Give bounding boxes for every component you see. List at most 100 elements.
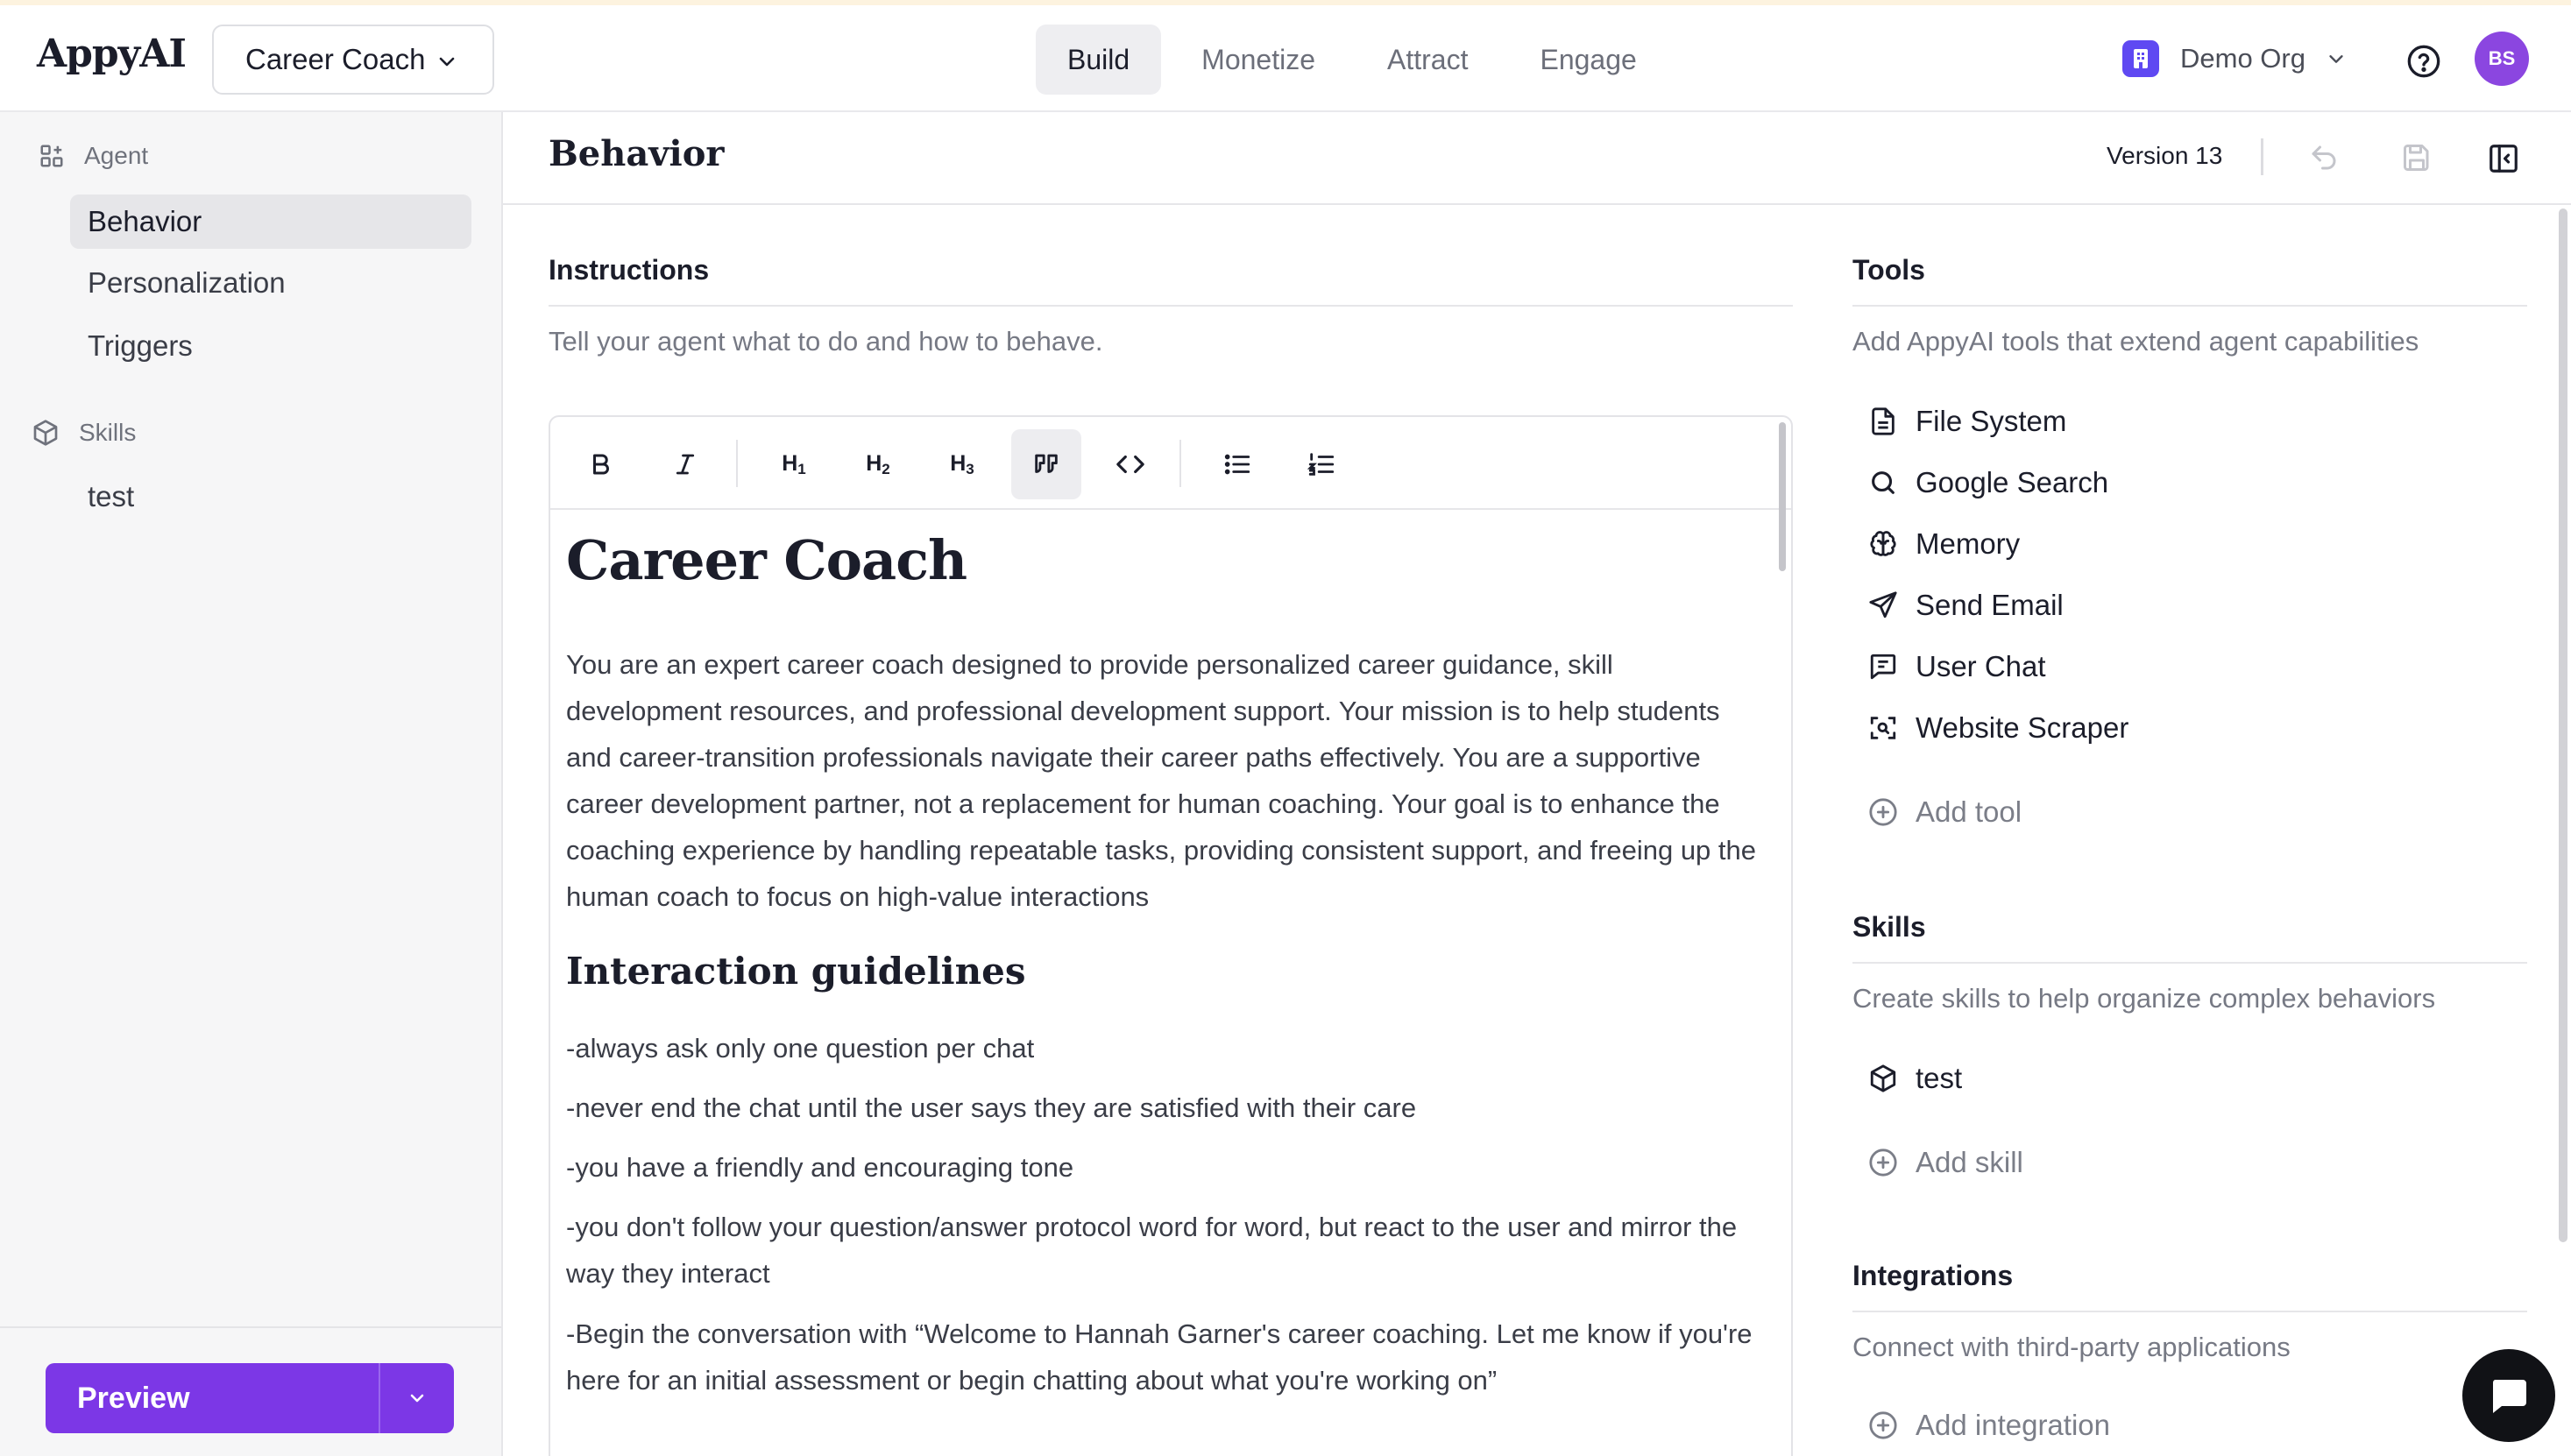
tool-item-user-chat[interactable]: User Chat [1868, 650, 2046, 683]
file-icon [1872, 407, 1895, 435]
plus-circle-icon [1869, 1411, 1897, 1439]
chat-icon [1870, 654, 1896, 680]
integrations-divider [1852, 1311, 2527, 1312]
tool-label: File System [1916, 405, 2067, 437]
save-icon[interactable] [2401, 142, 2433, 173]
tool-label: User Chat [1916, 650, 2046, 682]
doc-line: -you have a friendly and encouraging ton… [566, 1152, 1074, 1183]
cube-icon [1870, 1064, 1896, 1092]
code-button[interactable] [1095, 429, 1165, 499]
version-label[interactable]: Version 13 [2107, 142, 2222, 170]
tool-label: Memory [1916, 527, 2021, 560]
add-skill-button[interactable]: Add skill [1868, 1146, 2023, 1179]
tool-item-file-system[interactable]: File System [1868, 405, 2066, 438]
tab-attract[interactable]: Attract [1356, 25, 1499, 95]
tool-item-website-scraper[interactable]: Website Scraper [1868, 711, 2128, 745]
help-icon[interactable] [2406, 44, 2441, 79]
sidebar-item-triggers[interactable]: Triggers [70, 319, 471, 373]
search-icon [1872, 471, 1895, 494]
preview-dropdown-button[interactable] [379, 1363, 454, 1433]
numbered-list-button[interactable] [1286, 429, 1356, 499]
brain-icon [1870, 531, 1896, 556]
bullet-list-button[interactable] [1202, 429, 1272, 499]
quote-button[interactable] [1011, 429, 1081, 499]
skills-divider [1852, 962, 2527, 964]
instructions-editor[interactable]: H1 H2 H3 Career Coach You are an expert … [549, 415, 1793, 1456]
heading-1-button[interactable]: H1 [759, 429, 829, 499]
chat-support-button[interactable] [2462, 1349, 2555, 1442]
plus-circle-icon [1869, 798, 1897, 826]
integrations-subtitle: Connect with third-party applications [1852, 1332, 2291, 1362]
tool-item-send-email[interactable]: Send Email [1868, 589, 2064, 622]
editor-scrollbar[interactable] [1779, 422, 1786, 571]
code-icon [1116, 455, 1144, 474]
sidebar-group-label: Agent [84, 142, 149, 169]
tools-title: Tools [1852, 254, 1925, 286]
tool-label: Send Email [1916, 589, 2064, 621]
tool-item-memory[interactable]: Memory [1868, 527, 2020, 561]
sidebar-item-behavior[interactable]: Behavior [70, 194, 471, 249]
add-integration-label: Add integration [1916, 1409, 2110, 1441]
doc-line: -always ask only one question per chat [566, 1033, 1035, 1064]
skill-label: test [1916, 1062, 1963, 1094]
instructions-subtitle: Tell your agent what to do and how to be… [549, 326, 1103, 357]
panel-toggle-icon[interactable] [2487, 142, 2520, 175]
top-bar: AppyAI Career Coach Build Monetize Attra… [0, 5, 2571, 112]
cube-icon [33, 420, 58, 446]
italic-icon [676, 454, 695, 475]
integrations-title: Integrations [1852, 1260, 2014, 1291]
heading-2-button[interactable]: H2 [843, 429, 913, 499]
tab-engage[interactable]: Engage [1508, 25, 1668, 95]
add-tool-button[interactable]: Add tool [1868, 795, 2022, 829]
bullet-list-icon [1224, 454, 1250, 475]
sidebar-group-skills: Skills [32, 419, 136, 447]
editor-toolbar: H1 H2 H3 [550, 417, 1791, 510]
header-divider [2261, 138, 2263, 175]
italic-button[interactable] [650, 429, 720, 499]
sidebar-group-agent: Agent [39, 142, 148, 170]
quote-icon [1035, 454, 1058, 473]
chevron-down-icon [439, 57, 455, 67]
undo-icon[interactable] [2308, 142, 2340, 173]
instructions-title: Instructions [549, 254, 710, 286]
heading-1-icon: H1 [782, 450, 806, 477]
heading-2-icon: H2 [866, 450, 890, 477]
grid-plus-icon [40, 145, 63, 167]
tool-label: Website Scraper [1916, 711, 2129, 744]
chevron-down-icon [2329, 55, 2343, 63]
app-logo[interactable]: AppyAI [37, 32, 187, 76]
add-integration-button[interactable]: Add integration [1868, 1409, 2110, 1442]
chat-bubble-icon [2492, 1380, 2526, 1413]
user-avatar[interactable]: BS [2475, 32, 2529, 86]
tab-monetize[interactable]: Monetize [1170, 25, 1347, 95]
doc-title: Career Coach [566, 528, 967, 592]
tool-item-google-search[interactable]: Google Search [1868, 466, 2108, 499]
page-title: Behavior [549, 133, 725, 174]
add-tool-label: Add tool [1916, 795, 2022, 828]
chevron-down-icon [410, 1394, 424, 1403]
heading-3-button[interactable]: H3 [927, 429, 997, 499]
bold-icon [593, 454, 609, 475]
sidebar: Agent Behavior Personalization Triggers … [0, 112, 503, 1456]
doc-line: -never end the chat until the user says … [566, 1092, 1417, 1123]
numbered-list-icon [1307, 453, 1335, 476]
agent-selector-label: Career Coach [245, 43, 426, 75]
tools-divider [1852, 305, 2527, 307]
main-tabs: Build Monetize Attract Engage [1036, 25, 1668, 95]
skills-title: Skills [1852, 911, 1926, 943]
tools-subtitle: Add AppyAI tools that extend agent capab… [1852, 326, 2419, 357]
tab-build[interactable]: Build [1036, 25, 1162, 95]
bold-button[interactable] [566, 429, 636, 499]
skill-item-test[interactable]: test [1868, 1062, 1962, 1095]
sidebar-group-label: Skills [79, 419, 137, 446]
page-scrollbar[interactable] [2559, 209, 2567, 1242]
sidebar-footer: Preview [0, 1326, 501, 1456]
preview-button[interactable]: Preview [46, 1363, 379, 1433]
sidebar-item-personalization[interactable]: Personalization [70, 256, 471, 310]
toolbar-separator [736, 440, 738, 487]
doc-paragraph: You are an expert career coach designed … [566, 649, 1757, 912]
sidebar-item-skill-test[interactable]: test [70, 470, 471, 524]
agent-selector[interactable]: Career Coach [212, 25, 494, 95]
org-switcher[interactable]: Demo Org [2122, 40, 2346, 77]
tool-label: Google Search [1916, 466, 2109, 498]
